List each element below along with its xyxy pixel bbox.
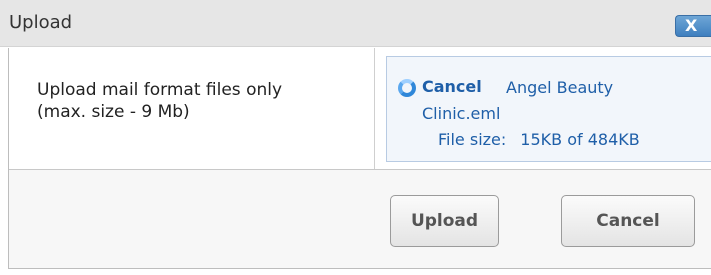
upload-instructions: Upload mail format files only (max. size… xyxy=(37,79,377,123)
dialog-body: Upload mail format files only (max. size… xyxy=(8,48,711,269)
file-name-part-1: Angel Beauty xyxy=(506,78,614,97)
cancel-upload-link[interactable]: Cancel xyxy=(422,77,482,96)
file-size-label: File size: xyxy=(438,130,507,149)
upload-button[interactable]: Upload xyxy=(390,195,499,247)
close-icon: X xyxy=(685,16,698,35)
upload-progress-panel: Cancel Angel Beauty Clinic.eml File size… xyxy=(386,56,711,162)
column-divider xyxy=(374,48,375,169)
dialog-title: Upload xyxy=(9,12,73,33)
dialog-titlebar: Upload X xyxy=(0,0,711,47)
close-button[interactable]: X xyxy=(675,15,711,37)
cancel-button[interactable]: Cancel xyxy=(561,195,695,247)
loading-spinner-icon xyxy=(398,79,416,97)
upload-dialog: Upload X Upload mail format files only (… xyxy=(0,0,711,275)
instructions-line-2: (max. size - 9 Mb) xyxy=(37,102,190,122)
file-size-row: File size: 15KB of 484KB xyxy=(438,130,640,149)
file-size-value: 15KB of 484KB xyxy=(520,130,640,149)
upload-info-row: Upload mail format files only (max. size… xyxy=(9,48,711,170)
instructions-line-1: Upload mail format files only xyxy=(37,80,283,100)
file-name-part-2: Clinic.eml xyxy=(422,104,501,123)
